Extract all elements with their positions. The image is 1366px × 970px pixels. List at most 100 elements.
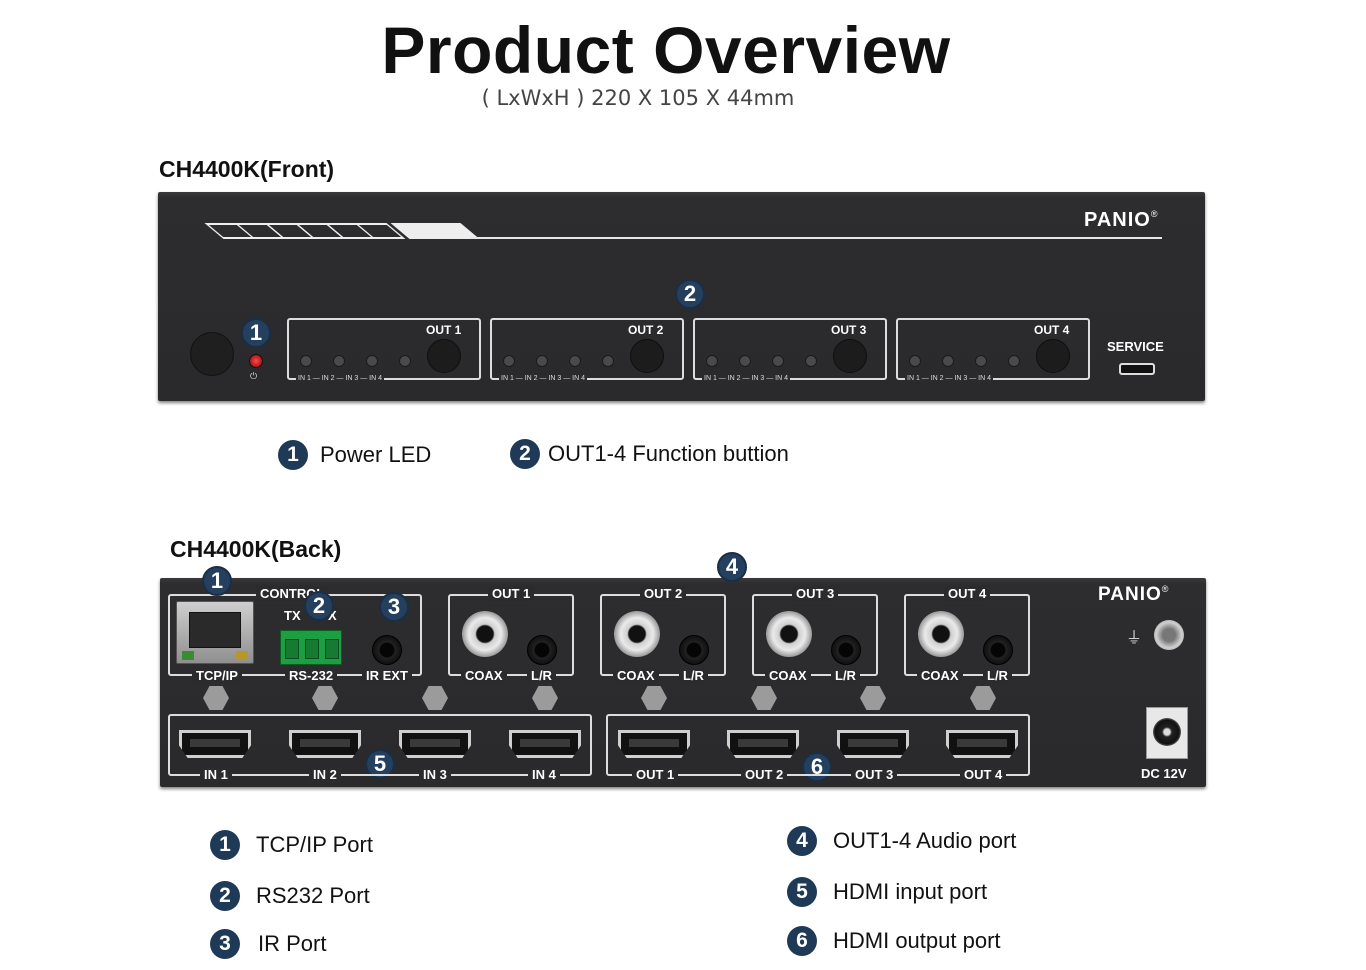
audio-out1-lr-jack[interactable] [527,635,557,665]
service-usb-port[interactable] [1119,363,1155,375]
out3-in2-led [739,355,751,367]
badge-2-back: 2 [304,591,334,621]
out2-function-button[interactable] [630,339,664,373]
out3-in1-led [706,355,718,367]
legend-text: TCP/IP Port [256,832,373,857]
hdmi-in3-port[interactable] [399,730,471,758]
hdmi-in4-port[interactable] [509,730,581,758]
audio-out1-coax-label: COAX [461,668,507,683]
audio-out3-coax-port[interactable] [766,611,812,657]
audio-out4-coax-label: COAX [917,668,963,683]
legend-text: IR Port [258,931,327,956]
power-symbol-icon: ⏻ [250,371,258,381]
badge-2-front: 2 [675,279,705,309]
out1-in1-led [300,355,312,367]
out4-in1-led [909,355,921,367]
audio-out4-lr-jack[interactable] [983,635,1013,665]
out1-function-button[interactable] [427,339,461,373]
hdmi-out4-port[interactable] [946,730,1018,758]
out3-label: OUT 3 [831,323,867,337]
front-section-label: CH4400K(Front) [159,156,335,182]
out4-input-labels: IN 1 — IN 2 — IN 3 — IN 4 [905,375,994,382]
back-brand-logo: PANIO® [1098,584,1170,605]
audio-out4-label: OUT 4 [944,586,991,601]
hdmi-out2-label: OUT 2 [741,767,788,782]
legend-item-rs232: 2 RS232 Port [210,881,370,911]
audio-out4-lr-label: L/R [983,668,1012,683]
out4-label: OUT 4 [1034,323,1070,337]
out2-in1-led [503,355,515,367]
legend-text: OUT1-4 Function buttion [548,441,789,466]
audio-out3-label: OUT 3 [792,586,839,601]
ir-ext-label: IR EXT [362,668,412,683]
ground-terminal[interactable] [1154,620,1184,650]
out2-input-labels: IN 1 — IN 2 — IN 3 — IN 4 [499,375,588,382]
rs232-label: RS-232 [285,668,338,683]
out4-function-button[interactable] [1036,339,1070,373]
dimensions-subtitle: ( LxWxH ) 220 X 105 X 44mm [481,86,795,110]
legend-text: RS232 Port [256,883,370,908]
hdmi-in3-label: IN 3 [419,767,451,782]
legend-item-hdmi-input: 5 HDMI input port [787,877,987,907]
legend-badge: 1 [210,830,240,860]
ground-icon: ⏚ [1126,630,1143,647]
hdmi-out1-label: OUT 1 [632,767,679,782]
legend-badge: 1 [278,440,308,470]
audio-out4-coax-port[interactable] [918,611,964,657]
out4-in3-led [975,355,987,367]
audio-out1-label: OUT 1 [488,586,535,601]
hdmi-out3-port[interactable] [837,730,909,758]
out1-in2-led [333,355,345,367]
legend-badge: 3 [210,929,240,959]
badge-1-back: 1 [202,566,232,596]
legend-item-hdmi-output: 6 HDMI output port [787,926,1001,956]
legend-item-tcp-ip: 1 TCP/IP Port [210,830,373,860]
audio-out2-lr-label: L/R [679,668,708,683]
tcp-ip-label: TCP/IP [192,668,242,683]
legend-badge: 2 [210,881,240,911]
legend-text: OUT1-4 Audio port [833,828,1017,853]
dc-12v-label: DC 12V [1141,766,1187,781]
audio-out3-lr-jack[interactable] [831,635,861,665]
audio-out3-lr-label: L/R [831,668,860,683]
audio-out1-coax-port[interactable] [462,611,508,657]
legend-badge: 6 [787,926,817,956]
service-label: SERVICE [1107,339,1164,354]
back-section-label: CH4400K(Back) [170,536,342,562]
out2-in4-led [602,355,614,367]
hdmi-in1-port[interactable] [179,730,251,758]
front-divider-line [470,237,1162,239]
out1-label: OUT 1 [426,323,462,337]
ir-ext-jack[interactable] [372,635,402,665]
tcp-ip-port[interactable] [176,601,254,664]
legend-item-ir: 3 IR Port [210,929,326,959]
legend-badge: 5 [787,877,817,907]
hdmi-out1-port[interactable] [618,730,690,758]
audio-out1-lr-label: L/R [527,668,556,683]
out3-in3-led [772,355,784,367]
dc-power-jack[interactable] [1146,707,1188,759]
out3-function-button[interactable] [833,339,867,373]
legend-badge: 2 [510,439,540,469]
badge-3-back: 3 [379,592,409,622]
out4-in4-led [1008,355,1020,367]
out3-in4-led [805,355,817,367]
power-button[interactable] [190,332,234,376]
legend-text: Power LED [320,442,432,467]
out2-in2-led [536,355,548,367]
audio-out2-lr-jack[interactable] [679,635,709,665]
legend-text: HDMI input port [833,879,988,904]
audio-out2-coax-port[interactable] [614,611,660,657]
audio-out2-coax-label: COAX [613,668,659,683]
out1-input-labels: IN 1 — IN 2 — IN 3 — IN 4 [296,375,385,382]
hdmi-in2-port[interactable] [289,730,361,758]
rs232-terminal-port[interactable] [280,630,342,665]
out1-in3-led [366,355,378,367]
tx-label: TX [284,608,301,623]
legend-text: HDMI output port [833,928,1001,953]
audio-out3-coax-label: COAX [765,668,811,683]
hdmi-out2-port[interactable] [727,730,799,758]
page-title: Product Overview [381,13,951,87]
hdmi-out4-label: OUT 4 [960,767,1007,782]
out4-in2-led [942,355,954,367]
